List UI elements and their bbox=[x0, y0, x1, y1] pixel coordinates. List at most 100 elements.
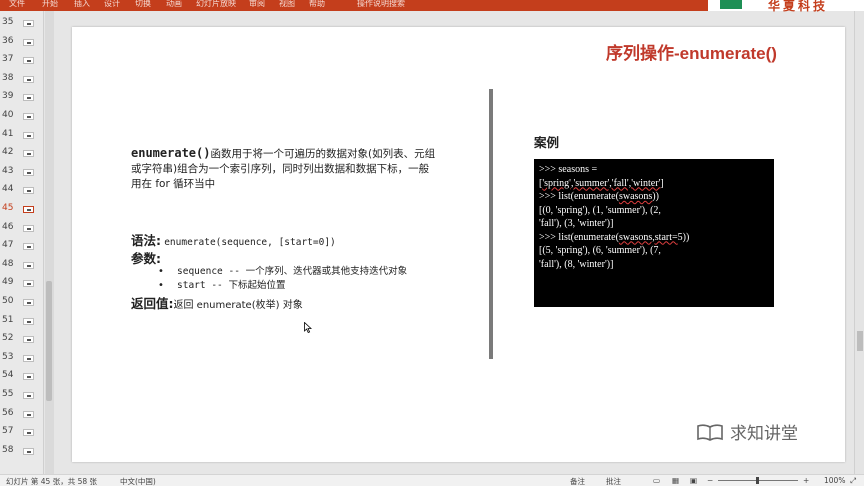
param-sequence: sequence -- 一个序列、迭代器或其他支持迭代对象 bbox=[177, 266, 408, 277]
slide-preview[interactable] bbox=[23, 261, 34, 269]
tell-me-search[interactable]: 操作说明搜索 bbox=[357, 0, 405, 9]
slide-number: 37 bbox=[2, 54, 14, 65]
slide-preview[interactable] bbox=[23, 57, 34, 65]
slide-thumbnail[interactable]: 42 bbox=[0, 145, 44, 163]
slide-thumbnail[interactable]: 57 bbox=[0, 424, 44, 442]
slide-preview[interactable] bbox=[23, 243, 34, 251]
ribbon-bar: 文件 开始 插入 设计 切换 动画 幻灯片放映 审阅 视图 帮助 操作说明搜索 … bbox=[0, 0, 864, 13]
slide-thumbnail[interactable]: 56 bbox=[0, 406, 44, 424]
tab-slideshow[interactable]: 幻灯片放映 bbox=[196, 0, 236, 9]
slide-number: 50 bbox=[2, 296, 14, 306]
slide-number: 42 bbox=[2, 147, 14, 158]
slide-thumbnail[interactable]: 50 bbox=[0, 294, 44, 312]
slide-thumbnail[interactable]: 54 bbox=[0, 368, 44, 386]
slide-preview[interactable] bbox=[23, 336, 34, 344]
syntax-value: enumerate(sequence, [start=0]) bbox=[164, 237, 336, 248]
tab-home[interactable]: 开始 bbox=[42, 0, 58, 9]
slide-preview[interactable] bbox=[23, 187, 34, 195]
notes-button[interactable]: 备注 bbox=[570, 476, 585, 486]
slide-preview[interactable] bbox=[23, 206, 34, 213]
thumbnail-scrollbar-thumb[interactable] bbox=[46, 281, 52, 401]
slide-number: 41 bbox=[2, 128, 14, 139]
language-indicator[interactable]: 中文(中国) bbox=[120, 476, 156, 486]
slide-thumbnail[interactable]: 48 bbox=[0, 257, 44, 275]
tab-animations[interactable]: 动画 bbox=[166, 0, 182, 9]
fit-to-window-icon[interactable]: ⤢ bbox=[850, 476, 856, 486]
normal-view-icon[interactable]: ▭ bbox=[653, 476, 660, 485]
tab-design[interactable]: 设计 bbox=[104, 0, 120, 9]
slide-thumbnail-panel[interactable]: 35 36 37 38 39 40 41 42 43 44 45 46 47 48 49 50 51 52 53 54… bbox=[0, 11, 44, 474]
slide-preview[interactable] bbox=[23, 317, 34, 325]
slide-thumbnail[interactable]: 43 bbox=[0, 164, 44, 182]
slide-title: 序列操作-enumerate() bbox=[606, 44, 777, 63]
slide-preview[interactable] bbox=[23, 280, 34, 288]
slide-preview[interactable] bbox=[23, 392, 34, 399]
slide-thumbnail[interactable]: 39 bbox=[0, 89, 44, 107]
zoom-in-button[interactable]: + bbox=[803, 476, 809, 485]
tab-file[interactable]: 文件 bbox=[9, 0, 25, 9]
slide-thumbnail[interactable]: 41 bbox=[0, 127, 44, 145]
slide-preview[interactable] bbox=[23, 131, 34, 139]
syntax-label: 语法: bbox=[131, 233, 161, 248]
slide-number: 57 bbox=[2, 426, 14, 437]
zoom-slider-thumb[interactable] bbox=[756, 477, 759, 484]
slide-thumbnail[interactable]: 37 bbox=[0, 52, 44, 70]
slide-thumbnail[interactable]: 47 bbox=[0, 238, 44, 256]
slide-preview[interactable] bbox=[23, 429, 34, 437]
slide-preview[interactable] bbox=[23, 94, 34, 102]
intro-keyword: enumerate() bbox=[131, 146, 211, 160]
slide-number: 46 bbox=[2, 221, 14, 232]
slide-preview[interactable] bbox=[23, 447, 34, 455]
slide-thumbnail[interactable]: 40 bbox=[0, 108, 44, 126]
tab-transitions[interactable]: 切换 bbox=[135, 0, 151, 9]
comments-button[interactable]: 批注 bbox=[606, 476, 621, 486]
slide-number: 56 bbox=[2, 407, 14, 418]
slide-thumbnail[interactable]: 52 bbox=[0, 331, 44, 349]
slide-preview[interactable] bbox=[23, 20, 34, 27]
slide-preview[interactable] bbox=[23, 224, 34, 232]
slide-preview[interactable] bbox=[23, 113, 34, 120]
slide-scrollbar-thumb[interactable] bbox=[857, 331, 863, 351]
slide-thumbnail[interactable]: 53 bbox=[0, 350, 44, 368]
slide-thumbnail[interactable]: 51 bbox=[0, 313, 44, 331]
code-line: ['spring','summer','fall','winter'] bbox=[539, 177, 664, 189]
code-line: >>> list(enumerate(swasons)) bbox=[539, 191, 659, 202]
slide-preview[interactable] bbox=[23, 75, 34, 83]
slide-thumbnail[interactable]: 45 bbox=[0, 201, 44, 219]
slide-number: 58 bbox=[2, 444, 14, 455]
tab-view[interactable]: 视图 bbox=[279, 0, 295, 9]
slide-preview[interactable] bbox=[23, 373, 34, 381]
slide-thumbnail[interactable]: 49 bbox=[0, 275, 44, 293]
spellcheck-underline: swasons,start= bbox=[618, 231, 678, 243]
slide-preview[interactable] bbox=[23, 299, 34, 306]
tab-review[interactable]: 审阅 bbox=[249, 0, 265, 9]
return-text: 返回 enumerate(枚举) 对象 bbox=[173, 300, 303, 311]
return-line: 返回值:返回 enumerate(枚举) 对象 bbox=[131, 293, 303, 312]
example-heading: 案例 bbox=[534, 135, 560, 150]
params-heading: 参数: bbox=[131, 248, 161, 267]
slide-thumbnail[interactable]: 38 bbox=[0, 71, 44, 89]
slide-thumbnail[interactable]: 44 bbox=[0, 182, 44, 200]
slide-thumbnail[interactable]: 58 bbox=[0, 443, 44, 461]
thumbnail-scrollbar[interactable] bbox=[45, 11, 54, 474]
slide-number: 39 bbox=[2, 91, 14, 102]
slide-scrollbar[interactable] bbox=[854, 11, 864, 474]
zoom-level[interactable]: 100% bbox=[824, 476, 845, 485]
slide-number: 51 bbox=[2, 314, 14, 325]
code-line: 'fall'), (8, 'winter')] bbox=[539, 258, 614, 270]
slide-preview[interactable] bbox=[23, 410, 34, 418]
tab-insert[interactable]: 插入 bbox=[74, 0, 90, 9]
slide-preview[interactable] bbox=[23, 168, 34, 176]
slide-thumbnail[interactable]: 55 bbox=[0, 387, 44, 405]
tab-help[interactable]: 帮助 bbox=[309, 0, 325, 9]
slide-preview[interactable] bbox=[23, 38, 34, 46]
slide-preview[interactable] bbox=[23, 354, 34, 362]
slide-preview[interactable] bbox=[23, 150, 34, 158]
slide-canvas[interactable]: 序列操作-enumerate() enumerate()函数用于将一个可遍历的数… bbox=[72, 27, 845, 462]
reading-view-icon[interactable]: ▣ bbox=[690, 476, 697, 485]
zoom-out-button[interactable]: − bbox=[707, 476, 713, 485]
slide-thumbnail[interactable]: 36 bbox=[0, 34, 44, 52]
slide-thumbnail[interactable]: 46 bbox=[0, 220, 44, 238]
slide-thumbnail[interactable]: 35 bbox=[0, 15, 44, 33]
sorter-view-icon[interactable]: ▦ bbox=[672, 476, 679, 485]
